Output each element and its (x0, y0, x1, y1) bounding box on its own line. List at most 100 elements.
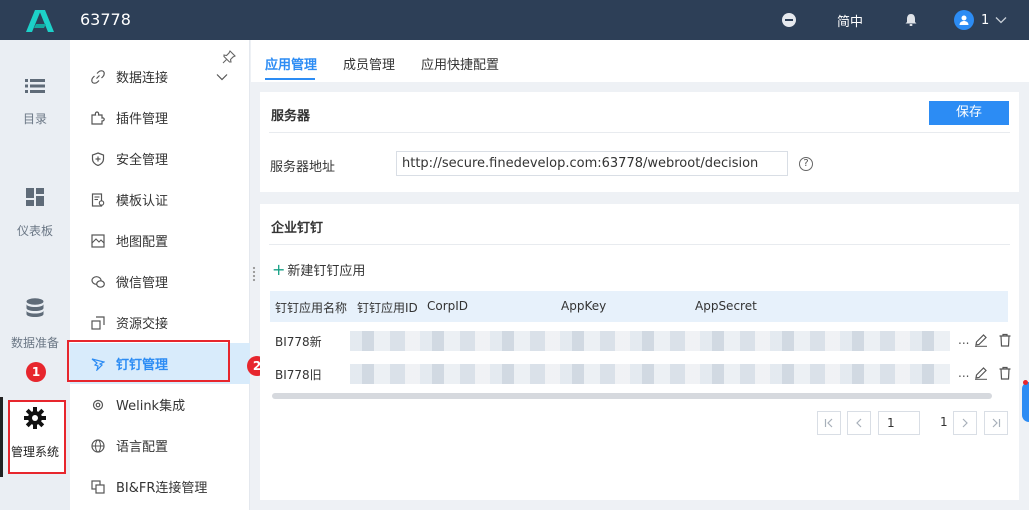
total-pages: 1 (940, 415, 948, 429)
language-switch[interactable]: 简中 (837, 0, 863, 40)
rail-item-dashboard[interactable]: 仪表板 (0, 188, 70, 239)
logo-icon (26, 10, 54, 32)
first-page-button[interactable] (817, 411, 841, 435)
puzzle-icon (90, 110, 106, 126)
dingtalk-title: 企业钉钉 (271, 221, 324, 236)
add-dingtalk-app-button[interactable]: + 新建钉钉应用 (272, 260, 365, 279)
rail-label: 数据准备 (10, 336, 59, 350)
save-button[interactable]: 保存 (929, 101, 1009, 125)
menu-item-plugins[interactable]: 插件管理 (70, 97, 250, 138)
menu-label: 钉钉管理 (116, 358, 169, 373)
admin-submenu: 数据连接 插件管理 安全管理 模板认证 地图配置 微信管理 资源交接 钉钉管理 … (67, 40, 250, 510)
minus-circle-icon (782, 13, 796, 27)
redacted-cells (350, 364, 950, 384)
menu-item-resource-handover[interactable]: 资源交接 (70, 302, 250, 343)
menu-item-dingtalk[interactable]: 钉钉管理 (67, 340, 250, 384)
server-title: 服务器 (271, 109, 311, 124)
menu-item-welink[interactable]: Welink集成 (70, 384, 250, 425)
menu-label: BI&FR连接管理 (116, 481, 208, 496)
copy-icon (90, 479, 106, 495)
tab-member-management[interactable]: 成员管理 (343, 54, 395, 73)
next-page-button[interactable] (953, 411, 977, 435)
menu-item-template-auth[interactable]: 模板认证 (70, 179, 250, 220)
shield-icon (90, 151, 106, 167)
bell-icon (905, 14, 917, 26)
menu-label: 插件管理 (116, 112, 169, 127)
dashboard-icon (26, 188, 44, 206)
menu-item-bifr-connection[interactable]: BI&FR连接管理 (70, 466, 250, 507)
user-icon (959, 15, 969, 25)
chevron-left-icon (856, 418, 862, 428)
rail-item-admin[interactable]: 管理系统 (0, 407, 70, 460)
chevron-right-icon (962, 418, 968, 428)
column-header: CorpID (427, 299, 469, 313)
notification-dot (1023, 380, 1028, 385)
delete-icon[interactable] (998, 366, 1012, 380)
column-header: 钉钉应用ID (357, 301, 418, 315)
map-icon (90, 233, 106, 249)
server-card: 服务器 保存 服务器地址 http://secure.finedevelop.c… (260, 92, 1019, 192)
menu-item-map-config[interactable]: 地图配置 (70, 220, 250, 261)
edit-icon[interactable] (974, 366, 988, 380)
prev-page-button[interactable] (847, 411, 871, 435)
user-menu[interactable]: 1 (954, 0, 1007, 40)
tab-bar: 应用管理 成员管理 应用快捷配置 (251, 40, 1029, 82)
user-name: 1 (981, 12, 990, 28)
tab-app-management[interactable]: 应用管理 (265, 54, 317, 73)
app-title: 63778 (80, 10, 131, 29)
last-page-button[interactable] (984, 411, 1008, 435)
menu-item-security[interactable]: 安全管理 (70, 138, 250, 179)
plus-icon: + (272, 260, 286, 279)
menu-label: 安全管理 (116, 153, 169, 168)
tab-active-underline (265, 78, 315, 80)
edit-icon[interactable] (974, 333, 988, 347)
list-icon (25, 79, 45, 93)
left-rail: 目录 仪表板 数据准备 管理系统 (0, 40, 70, 510)
globe-icon (90, 438, 106, 454)
top-bar: 63778 简中 1 (0, 0, 1029, 40)
column-header: AppKey (561, 299, 607, 313)
menu-label: 模板认证 (116, 194, 169, 209)
link-icon (90, 69, 106, 85)
gear-outline-icon (90, 397, 106, 413)
menu-label: 微信管理 (116, 276, 169, 291)
menu-label: 数据连接 (116, 71, 169, 86)
rail-item-catalog[interactable]: 目录 (0, 78, 70, 127)
floating-helper-widget[interactable] (1022, 382, 1029, 422)
certificate-icon (90, 192, 106, 208)
chevron-down-icon (995, 17, 1007, 24)
annotation-marker-1: 1 (26, 362, 46, 382)
menu-label: 地图配置 (116, 235, 169, 250)
dingtalk-icon (90, 356, 106, 372)
divider (269, 132, 1010, 133)
drag-handle-icon[interactable] (252, 266, 256, 282)
menu-item-data-connection[interactable]: 数据连接 (70, 56, 250, 97)
app-name-cell: BI778新 (275, 335, 322, 349)
server-address-input[interactable]: http://secure.finedevelop.com:63778/webr… (396, 151, 788, 176)
page-number-input[interactable]: 1 (878, 411, 920, 435)
notification-button[interactable] (904, 0, 918, 40)
table-row[interactable]: BI778新 ... (270, 325, 1011, 356)
horizontal-scrollbar[interactable] (272, 393, 992, 399)
menu-item-language[interactable]: 语言配置 (70, 425, 250, 466)
ellipsis: ... (958, 333, 970, 347)
chevron-down-icon (216, 73, 228, 80)
divider (269, 244, 1010, 245)
menu-item-wechat[interactable]: 微信管理 (70, 261, 250, 302)
tab-app-quick-config[interactable]: 应用快捷配置 (421, 54, 499, 73)
avatar (954, 10, 974, 30)
rail-item-data-prep[interactable]: 数据准备 (0, 298, 70, 351)
ellipsis: ... (958, 366, 970, 380)
delete-icon[interactable] (998, 333, 1012, 347)
database-icon (26, 298, 44, 317)
help-icon[interactable]: ? (799, 157, 813, 171)
column-header: 钉钉应用名称 (275, 301, 348, 315)
server-address-label: 服务器地址 (270, 160, 336, 175)
table-row[interactable]: BI778旧 ... (270, 358, 1011, 389)
wechat-icon (90, 274, 106, 290)
app-name-cell: BI778旧 (275, 368, 322, 382)
theme-toggle[interactable] (782, 0, 796, 40)
gear-icon (24, 407, 46, 429)
column-header: AppSecret (695, 299, 757, 313)
add-label: 新建钉钉应用 (287, 264, 366, 279)
